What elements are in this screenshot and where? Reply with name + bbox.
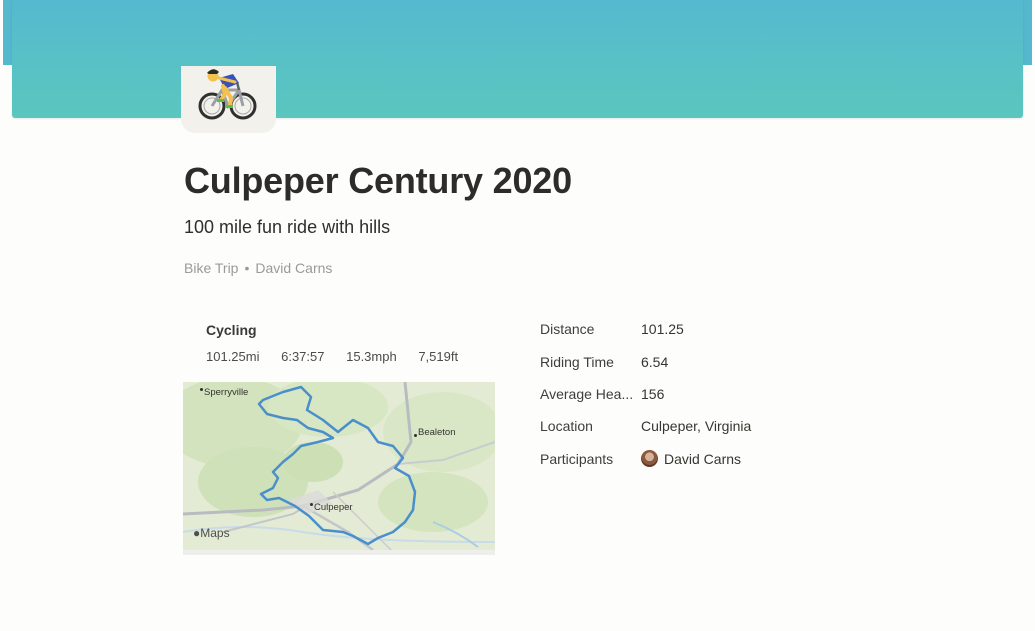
participant-chip[interactable]: David Carns [641,450,742,468]
property-label[interactable]: Riding Time [540,354,641,370]
participant-name: David Carns [664,450,742,467]
workout-title: Cycling [206,322,257,338]
page-title[interactable]: Culpeper Century 2020 [184,160,572,202]
maps-logo: ●Maps [193,526,230,540]
property-row[interactable]: Average Hea... 156 [540,378,840,410]
property-label[interactable]: Distance [540,321,641,337]
cover-banner[interactable] [12,0,1023,118]
workout-stats: 101.25mi 6:37:57 15.3mph 7,519ft [206,349,476,364]
property-value[interactable]: 156 [641,386,664,402]
property-label[interactable]: Location [540,418,641,434]
map-canvas [183,382,495,550]
avatar [641,450,658,468]
stat-distance: 101.25mi [206,349,260,364]
author-label[interactable]: David Carns [255,260,332,276]
town-marker [310,503,313,506]
page-meta: Bike Trip • David Carns [184,260,332,276]
page-subtitle[interactable]: 100 mile fun ride with hills [184,217,390,238]
property-row[interactable]: Participants David Carns [540,443,840,475]
property-label[interactable]: Participants [540,451,641,467]
property-label[interactable]: Average Hea... [540,386,641,402]
town-marker [200,388,203,391]
map-label-bealeton: Bealeton [418,427,456,438]
map-terrain-patch [283,442,343,482]
property-row[interactable]: Location Culpeper, Virginia [540,410,840,442]
cyclist-icon[interactable] [181,66,276,133]
map-label-culpeper: Culpeper [314,502,353,513]
map-label-sperryville: Sperryville [204,387,249,398]
stat-elevation: 7,519ft [418,349,459,364]
stat-duration: 6:37:57 [281,349,325,364]
stat-speed: 15.3mph [346,349,397,364]
map-footer [183,550,495,555]
property-value[interactable]: 101.25 [641,321,684,337]
property-row[interactable]: Distance 101.25 [540,313,840,345]
property-value[interactable]: 6.54 [641,354,668,370]
property-row[interactable]: Riding Time 6.54 [540,345,840,377]
route-map[interactable]: Sperryville Bealeton Culpeper ●Maps [183,382,495,550]
town-marker [414,434,417,437]
property-value[interactable]: Culpeper, Virginia [641,418,751,434]
category-label[interactable]: Bike Trip [184,260,238,276]
separator-dot: • [244,260,250,276]
maps-brand-label: Maps [200,526,230,540]
properties-panel: Distance 101.25 Riding Time 6.54 Average… [540,313,840,475]
